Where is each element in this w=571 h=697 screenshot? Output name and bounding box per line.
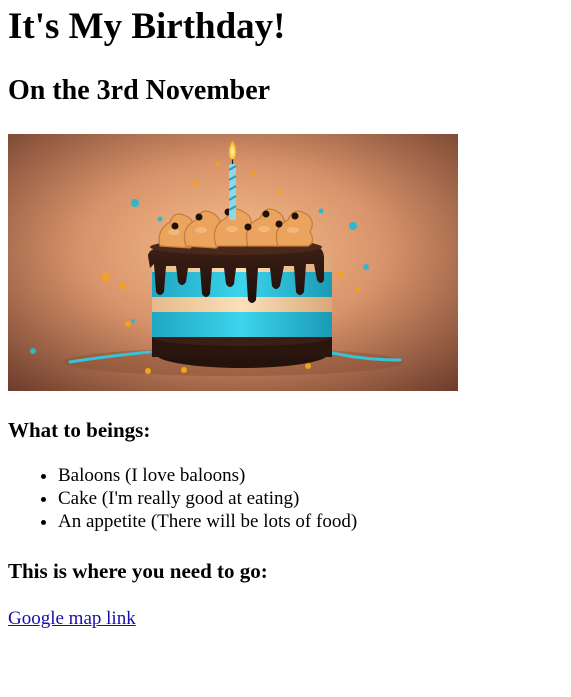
list-item: An appetite (There will be lots of food) xyxy=(58,510,563,533)
what-to-bring-heading: What to beings: xyxy=(8,418,151,442)
page-content: It's My Birthday! On the 3rd November Wh… xyxy=(0,5,571,630)
bring-list: Baloons (I love baloons) Cake (I'm reall… xyxy=(8,464,563,533)
page-subtitle: On the 3rd November xyxy=(8,75,271,106)
birthday-cake-image xyxy=(8,134,458,391)
list-item: Baloons (I love baloons) xyxy=(58,464,563,487)
list-item: Cake (I'm really good at eating) xyxy=(58,487,563,510)
google-map-link[interactable]: Google map link xyxy=(8,607,136,630)
page-title: It's My Birthday! xyxy=(8,6,286,47)
where-to-go-heading: This is where you need to go: xyxy=(8,559,268,583)
